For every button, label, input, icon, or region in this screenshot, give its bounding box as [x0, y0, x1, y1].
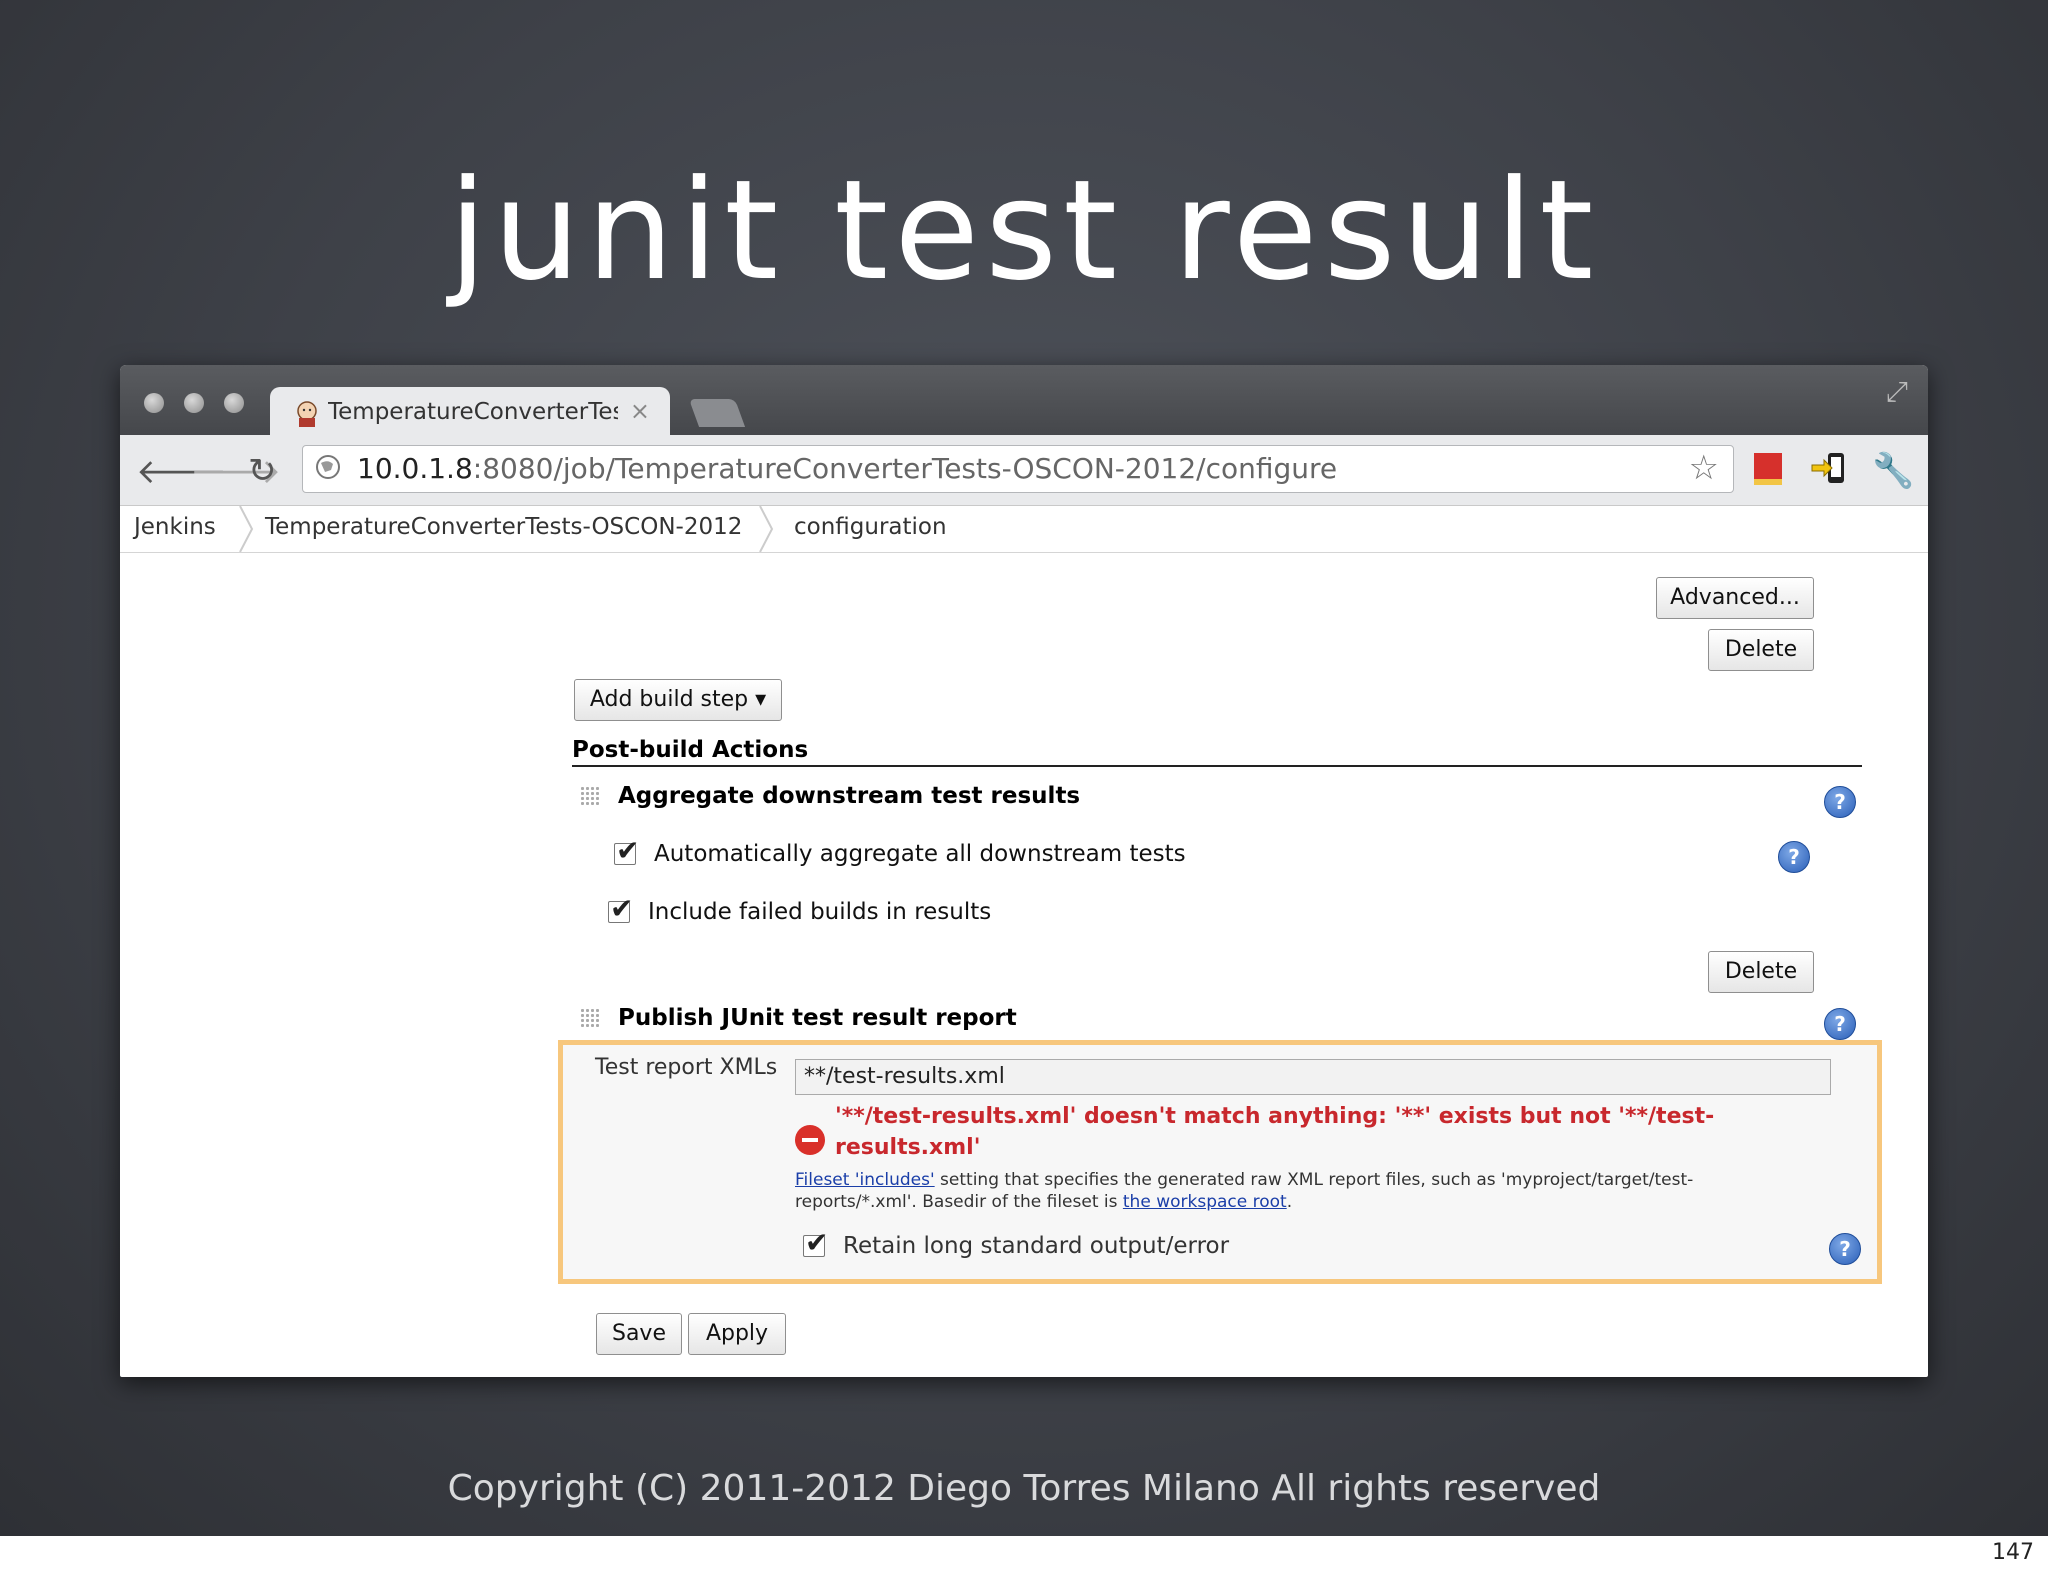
auto-aggregate-label: Automatically aggregate all downstream t…: [654, 841, 1186, 867]
drag-handle-icon[interactable]: [580, 1008, 600, 1028]
breadcrumb-jenkins[interactable]: Jenkins: [134, 514, 216, 540]
tab-close-icon[interactable]: ×: [630, 397, 650, 425]
bookmark-extension-icon[interactable]: [1748, 449, 1788, 489]
error-line-1: '**/test-results.xml' doesn't match anyt…: [835, 1104, 1715, 1129]
include-failed-label: Include failed builds in results: [648, 899, 992, 925]
add-build-step-button[interactable]: Add build step ▾: [574, 679, 782, 721]
new-tab-button[interactable]: [688, 399, 746, 427]
zoom-window-button[interactable]: [224, 393, 244, 413]
checkmark-icon: ✔: [610, 892, 634, 925]
checkmark-icon: ✔: [616, 834, 640, 867]
url-text: 10.0.1.8:8080/job/TemperatureConverterTe…: [357, 452, 1337, 485]
aggregate-results-title: Aggregate downstream test results: [618, 783, 1081, 809]
drag-handle-icon[interactable]: [580, 786, 600, 806]
breadcrumb-configuration[interactable]: configuration: [794, 514, 947, 540]
page-number: 147: [1992, 1540, 2034, 1565]
url-path: :8080/job/TemperatureConverterTests-OSCO…: [472, 452, 1338, 485]
test-report-xmls-input[interactable]: **/test-results.xml: [795, 1059, 1831, 1095]
browser-tab[interactable]: TemperatureConverterTests ×: [270, 387, 670, 437]
phone-extension-icon[interactable]: [1810, 449, 1850, 489]
title-bar: TemperatureConverterTests × ⤢: [120, 365, 1928, 437]
help-text-part: reports/*.xml'. Basedir of the fileset i…: [795, 1192, 1123, 1212]
globe-icon: [316, 455, 340, 479]
advanced-button[interactable]: Advanced...: [1656, 577, 1814, 619]
close-window-button[interactable]: [144, 393, 164, 413]
help-icon[interactable]: ?: [1824, 786, 1856, 818]
retain-output-label: Retain long standard output/error: [843, 1233, 1230, 1259]
slide-footer: Copyright (C) 2011-2012 Diego Torres Mil…: [447, 1468, 1601, 1509]
test-report-xmls-label: Test report XMLs: [595, 1055, 778, 1080]
checkmark-icon: ✔: [805, 1226, 829, 1259]
delete-build-step-button[interactable]: Delete: [1708, 629, 1814, 671]
delete-aggregate-button[interactable]: Delete: [1708, 951, 1814, 993]
auto-aggregate-checkbox[interactable]: ✔: [614, 834, 639, 867]
section-divider: [572, 765, 1862, 767]
workspace-root-link[interactable]: the workspace root: [1123, 1192, 1287, 1212]
error-line-2: results.xml': [835, 1135, 981, 1160]
field-help-text: Fileset 'includes' setting that specifie…: [795, 1169, 1845, 1213]
highlight-box: Test report XMLs **/test-results.xml '**…: [558, 1040, 1882, 1284]
help-text-part: .: [1286, 1192, 1293, 1212]
reload-icon[interactable]: ↻: [248, 451, 277, 491]
post-build-actions-heading: Post-build Actions: [572, 737, 809, 763]
browser-window: TemperatureConverterTests × ⤢ 🡐 🡒 ↻ 10.0…: [120, 365, 1928, 1377]
wrench-icon[interactable]: 🔧: [1872, 451, 1914, 491]
help-icon[interactable]: ?: [1778, 841, 1810, 873]
help-icon[interactable]: ?: [1829, 1233, 1861, 1265]
minimize-window-button[interactable]: [184, 393, 204, 413]
breadcrumb: Jenkins TemperatureConverterTests-OSCON-…: [120, 506, 1928, 553]
slide-title: junit test result: [448, 150, 1600, 311]
retain-output-checkbox[interactable]: ✔: [803, 1226, 828, 1259]
error-message: '**/test-results.xml' doesn't match anyt…: [835, 1101, 1835, 1163]
url-host: 10.0.1.8: [357, 452, 473, 485]
breadcrumb-separator: [759, 506, 774, 552]
help-text-part: setting that specifies the generated raw…: [934, 1170, 1694, 1190]
breadcrumb-job[interactable]: TemperatureConverterTests-OSCON-2012: [265, 514, 742, 540]
error-icon: [795, 1125, 825, 1155]
fullscreen-icon[interactable]: ⤢: [1886, 375, 1908, 409]
jenkins-icon: [297, 401, 317, 427]
apply-button[interactable]: Apply: [688, 1313, 786, 1355]
help-icon[interactable]: ?: [1824, 1008, 1856, 1040]
include-failed-checkbox[interactable]: ✔: [608, 892, 633, 925]
breadcrumb-separator: [239, 506, 254, 552]
slide-background: junit test result TemperatureConverterTe…: [0, 0, 2048, 1536]
save-button[interactable]: Save: [596, 1313, 682, 1355]
address-bar[interactable]: 10.0.1.8:8080/job/TemperatureConverterTe…: [302, 445, 1734, 493]
junit-report-title: Publish JUnit test result report: [618, 1005, 1017, 1031]
fileset-includes-link[interactable]: Fileset 'includes': [795, 1170, 935, 1190]
browser-toolbar: 🡐 🡒 ↻ 10.0.1.8:8080/job/TemperatureConve…: [120, 435, 1928, 506]
tab-title: TemperatureConverterTests: [328, 399, 618, 425]
star-icon[interactable]: ☆: [1689, 448, 1719, 488]
